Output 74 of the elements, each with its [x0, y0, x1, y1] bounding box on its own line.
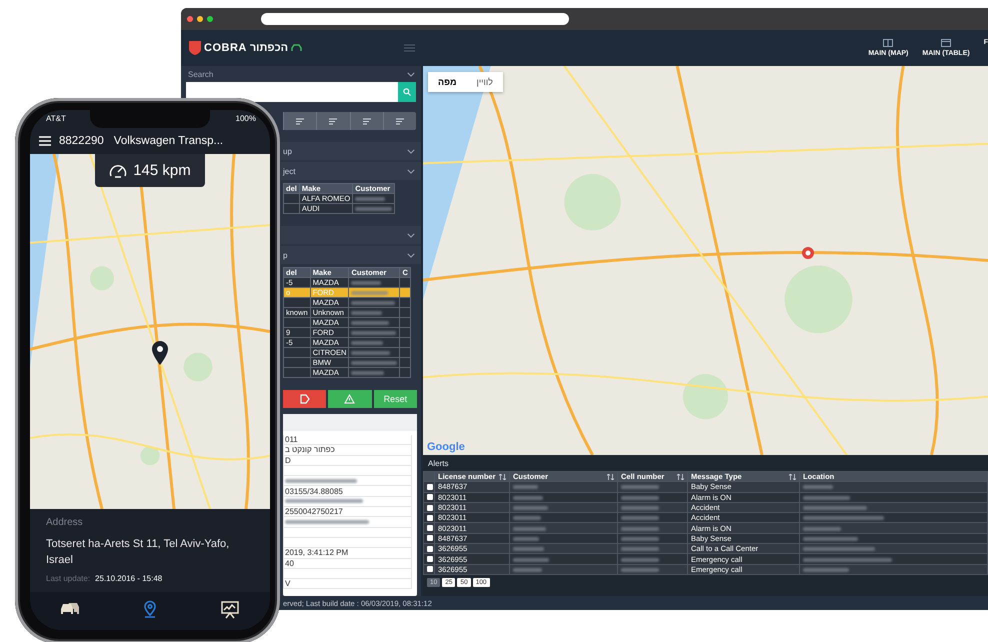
row-checkbox[interactable]	[427, 514, 433, 521]
detail-field: 40	[283, 558, 412, 569]
chevron-down-icon[interactable]	[407, 72, 415, 77]
table-cell	[284, 348, 310, 358]
map-logo: Google	[427, 441, 465, 453]
detail-field: כפתור קונקט ב	[283, 445, 412, 456]
row-checkbox[interactable]	[427, 494, 433, 500]
sort-icon	[499, 474, 506, 480]
brand-name: COBRA	[204, 42, 247, 54]
row-checkbox[interactable]	[427, 504, 433, 511]
vehicle-name: Volkswagen Transp...	[114, 134, 224, 146]
table-cell	[284, 204, 300, 214]
chevron-down-icon[interactable]	[407, 168, 415, 174]
chevron-down-icon[interactable]	[407, 232, 415, 238]
search-button[interactable]	[398, 82, 416, 102]
columns-icon	[883, 39, 894, 47]
battery-label: 100%	[236, 114, 256, 123]
search-field[interactable]	[186, 82, 416, 102]
detail-field: 03155/34.88085	[283, 486, 412, 497]
table-cell	[284, 298, 310, 308]
section-title: ject	[283, 166, 296, 176]
map-type-tab[interactable]: לוויין	[466, 72, 503, 92]
chevron-down-icon[interactable]	[407, 252, 415, 258]
detail-field: V	[283, 579, 412, 590]
row-checkbox[interactable]	[427, 556, 433, 562]
tag-button[interactable]	[283, 390, 326, 408]
row-checkbox[interactable]	[427, 546, 433, 552]
map-type-tab[interactable]: מפה	[428, 72, 466, 92]
section-header[interactable]: up	[281, 142, 421, 160]
row-checkbox[interactable]	[427, 566, 433, 572]
window-icon	[941, 39, 952, 47]
table-cell	[284, 194, 300, 204]
speedometer-icon	[109, 163, 128, 178]
row-checkbox[interactable]	[427, 535, 433, 542]
section-title: up	[283, 146, 292, 156]
section-title: p	[283, 250, 288, 260]
row-checkbox[interactable]	[427, 525, 433, 532]
table-cell	[284, 318, 310, 328]
table-cell	[284, 368, 310, 378]
sort-icon	[677, 474, 684, 480]
field-label: Address	[46, 517, 84, 528]
detail-field: 011	[283, 435, 412, 446]
search-icon	[403, 88, 411, 96]
carrier-label: AT&T	[46, 114, 66, 123]
sort-icon	[789, 474, 796, 480]
list-sort-icon	[329, 118, 338, 124]
chart-board-icon	[219, 600, 241, 618]
detail-field: 2019, 3:41:12 PM	[283, 548, 412, 559]
list-sort-icon	[362, 118, 371, 124]
location-pin-icon	[150, 340, 170, 366]
list-sort-icon	[396, 118, 404, 124]
brand-name: הכפתור	[250, 42, 288, 54]
panel-title: Alerts	[427, 458, 450, 470]
section-header[interactable]: ject	[281, 162, 421, 180]
row-checkbox[interactable]	[427, 484, 433, 490]
list-sort-icon	[296, 118, 304, 124]
location-marker-icon	[801, 246, 815, 260]
section-header[interactable]: p	[281, 246, 421, 264]
speed-value: 145 kpm	[133, 162, 191, 179]
vehicle-id: 8822290	[59, 134, 104, 146]
chevron-down-icon[interactable]	[407, 148, 415, 154]
timestamp: 25.10.2016 - 15:48	[95, 574, 162, 583]
detail-field: D	[283, 456, 412, 466]
report-tab[interactable]	[219, 600, 241, 618]
detail-field: 2550042750217	[283, 507, 412, 518]
shield-logo-icon	[189, 41, 201, 55]
tag-icon	[300, 394, 310, 404]
table-cell	[284, 358, 310, 368]
warning-icon	[344, 394, 356, 404]
sort-icon	[607, 474, 614, 480]
section-label: Search	[188, 70, 214, 79]
warning-button[interactable]	[328, 390, 372, 408]
field-label: Last update:	[46, 574, 90, 583]
address-text: Totseret ha-Arets St 11, Tel Aviv-Yafo, Israel	[46, 537, 230, 568]
